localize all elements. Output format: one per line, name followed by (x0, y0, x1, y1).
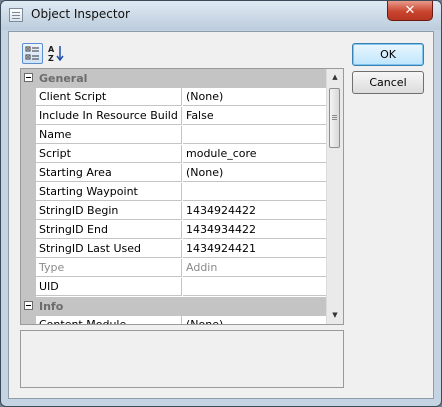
property-grid[interactable]: General Client Script (None) Include In R… (20, 68, 344, 325)
property-name: Type (36, 259, 182, 277)
property-value[interactable]: False (183, 107, 326, 125)
categorized-view-button[interactable] (22, 43, 43, 64)
property-name: Starting Waypoint (36, 183, 182, 201)
category-label: Info (39, 300, 64, 313)
property-row[interactable]: Name (21, 126, 326, 145)
object-inspector-window: Object Inspector ✕ A Z General Client Sc… (0, 0, 442, 407)
dialog-body: A Z General Client Script (None) Include … (8, 31, 434, 399)
property-row[interactable]: StringID Begin 1434924422 (21, 202, 326, 221)
property-name: UID (36, 278, 182, 296)
category-row-info[interactable]: Info (21, 297, 326, 316)
scroll-up-icon[interactable]: ▲ (327, 69, 343, 86)
property-name: StringID End (36, 221, 182, 239)
property-name: Starting Area (36, 164, 182, 182)
property-row[interactable]: Client Script (None) (21, 88, 326, 107)
close-button[interactable]: ✕ (387, 1, 433, 21)
scroll-down-icon[interactable]: ▼ (327, 307, 343, 324)
property-row[interactable]: StringID Last Used 1434924421 (21, 240, 326, 259)
svg-text:Z: Z (48, 54, 54, 63)
property-name: Content Module (36, 316, 182, 324)
property-name: StringID Last Used (36, 240, 182, 258)
property-value[interactable]: (None) (183, 164, 326, 182)
property-name: Script (36, 145, 182, 163)
property-row[interactable]: Include In Resource Build False (21, 107, 326, 126)
collapse-icon[interactable] (24, 301, 33, 310)
property-value[interactable]: 1434934422 (183, 221, 326, 239)
property-value[interactable]: 1434924421 (183, 240, 326, 258)
ok-button[interactable]: OK (352, 43, 424, 66)
property-value[interactable]: (None) (183, 88, 326, 106)
property-value[interactable] (183, 126, 326, 144)
categorized-view-icon (25, 46, 39, 60)
scroll-thumb[interactable] (329, 88, 340, 148)
cancel-button[interactable]: Cancel (352, 71, 424, 94)
window-title: Object Inspector (31, 7, 130, 21)
close-icon: ✕ (404, 3, 416, 18)
property-value: Addin (183, 259, 326, 277)
vertical-scrollbar[interactable]: ▲ ▼ (326, 69, 343, 324)
description-panel (20, 330, 344, 388)
property-value[interactable] (183, 183, 326, 201)
property-row[interactable]: StringID End 1434934422 (21, 221, 326, 240)
property-value[interactable]: module_core (183, 145, 326, 163)
property-name: Include In Resource Build (36, 107, 182, 125)
property-name: Name (36, 126, 182, 144)
property-row[interactable]: Starting Waypoint (21, 183, 326, 202)
svg-text:A: A (48, 45, 55, 54)
property-value[interactable] (183, 278, 326, 296)
property-row[interactable]: Starting Area (None) (21, 164, 326, 183)
property-value[interactable]: (None) (183, 316, 326, 324)
category-row-general[interactable]: General (21, 69, 326, 88)
property-value[interactable]: 1434924422 (183, 202, 326, 220)
collapse-icon[interactable] (24, 73, 33, 82)
property-row[interactable]: Script module_core (21, 145, 326, 164)
property-row-readonly[interactable]: Type Addin (21, 259, 326, 278)
sort-alphabetical-icon: A Z (48, 45, 64, 63)
property-name: Client Script (36, 88, 182, 106)
title-bar[interactable]: Object Inspector ✕ (1, 1, 441, 30)
property-name: StringID Begin (36, 202, 182, 220)
property-row[interactable]: Content Module (None) (21, 316, 326, 324)
sort-alphabetical-button[interactable]: A Z (45, 43, 66, 64)
window-icon (9, 8, 23, 22)
category-label: General (39, 72, 88, 85)
property-row[interactable]: UID (21, 278, 326, 297)
